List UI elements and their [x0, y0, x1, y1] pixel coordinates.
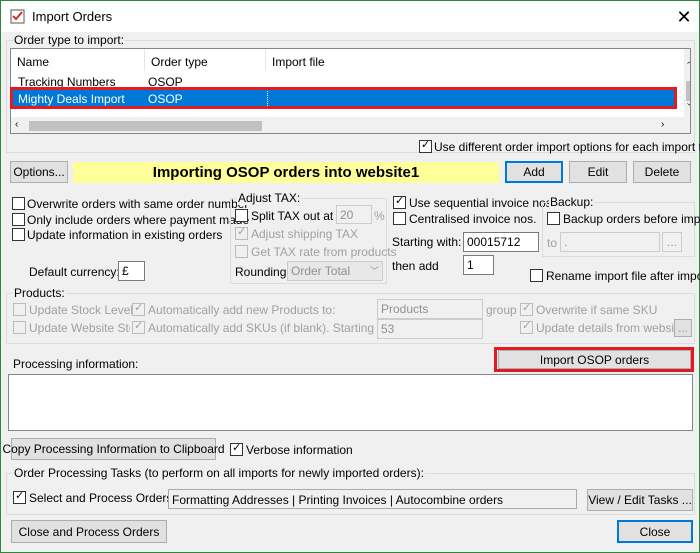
auto-add-skus-label: Automatically add SKUs (if blank). Start…: [148, 321, 403, 335]
overwrite-sku-label: Overwrite if same SKU: [536, 303, 658, 317]
overwrite-sku-checkbox[interactable]: ✓: [520, 302, 533, 316]
update-existing-checkbox[interactable]: [12, 228, 25, 241]
chevron-down-icon: ﹀: [370, 266, 380, 276]
view-edit-tasks-button[interactable]: View / Edit Tasks ...: [587, 489, 693, 511]
rename-import-file-checkbox[interactable]: [530, 269, 543, 282]
horizontal-scrollbar[interactable]: ‹ ›: [11, 117, 684, 133]
update-stock-label: Update Stock Levels: [29, 303, 140, 317]
column-header-order-type[interactable]: Order type: [145, 49, 266, 71]
import-orders-window: Import Orders ✕ Order type to import: Na…: [0, 0, 700, 553]
close-button[interactable]: Close: [617, 520, 693, 543]
sequential-invoice-checkbox[interactable]: ✓: [393, 195, 406, 209]
add-button[interactable]: Add: [505, 161, 563, 183]
backup-group-label: Backup:: [549, 195, 595, 209]
import-banner: Importing OSOP orders into website1: [73, 162, 499, 183]
scroll-down-icon[interactable]: ﹀: [687, 101, 690, 114]
options-button[interactable]: Options...: [10, 161, 68, 183]
only-paid-label: Only include orders where payment made: [27, 213, 250, 227]
close-window-icon[interactable]: ✕: [669, 4, 699, 30]
split-tax-label: Split TAX out at: [251, 209, 334, 223]
rounding-select[interactable]: Order Total ﹀: [287, 261, 383, 281]
overwrite-orders-label: Overwrite orders with same order number: [27, 197, 249, 211]
update-details-browse-button[interactable]: ...: [674, 319, 692, 337]
backup-to-label: to: [547, 236, 558, 250]
use-different-options-checkbox[interactable]: ✓: [419, 139, 432, 153]
products-group-input[interactable]: Products: [377, 299, 483, 319]
sku-start-input[interactable]: 53: [377, 319, 483, 339]
update-details-checkbox[interactable]: ✓: [520, 320, 533, 334]
adjust-shipping-tax-label: Adjust shipping TAX: [251, 227, 358, 241]
overwrite-orders-checkbox[interactable]: [12, 197, 25, 210]
delete-button[interactable]: Delete: [633, 161, 691, 183]
auto-add-skus-checkbox[interactable]: ✓: [132, 320, 145, 334]
close-and-process-button[interactable]: Close and Process Orders: [11, 520, 167, 543]
copy-to-clipboard-button[interactable]: Copy Processing Information to Clipboard: [2, 438, 225, 460]
update-website-label: Update Website Stoc: [29, 321, 130, 335]
sequential-invoice-label: Use sequential invoice nos.: [409, 196, 556, 210]
rounding-label: Rounding:: [235, 265, 290, 279]
scroll-right-icon[interactable]: ›: [661, 119, 664, 130]
selected-row-highlight: [10, 87, 677, 109]
percent-label: %: [374, 209, 385, 223]
backup-path-input[interactable]: .: [560, 232, 660, 252]
import-button-highlight: [494, 347, 694, 372]
adjust-shipping-tax-checkbox[interactable]: ✓: [235, 226, 248, 240]
default-currency-input[interactable]: £: [118, 261, 145, 281]
use-different-options-label: Use different order import options for e…: [434, 140, 700, 154]
backup-before-import-label: Backup orders before import: [563, 212, 700, 226]
verbose-label: Verbose information: [246, 443, 353, 457]
select-process-label: Select and Process Orders: [29, 491, 173, 505]
get-tax-rate-label: Get TAX rate from products: [251, 245, 397, 259]
split-tax-rate-input[interactable]: 20: [336, 205, 372, 224]
update-stock-checkbox[interactable]: [13, 303, 26, 316]
title-bar: Import Orders ✕: [1, 1, 699, 32]
verbose-checkbox[interactable]: ✓: [230, 442, 243, 456]
update-existing-label: Update information in existing orders: [27, 228, 223, 242]
auto-add-products-label: Automatically add new Products to:: [148, 303, 336, 317]
processing-info-textarea[interactable]: [8, 374, 693, 431]
auto-add-products-checkbox[interactable]: ✓: [132, 302, 145, 316]
tasks-field[interactable]: Formatting Addresses | Printing Invoices…: [168, 489, 577, 509]
window-title: Import Orders: [32, 9, 113, 24]
tasks-group-label: Order Processing Tasks (to perform on al…: [13, 466, 425, 480]
products-group: [6, 293, 695, 344]
horizontal-scroll-thumb[interactable]: [29, 121, 262, 131]
vertical-scroll-thumb[interactable]: [686, 81, 690, 101]
scroll-up-icon[interactable]: ︿: [687, 53, 690, 66]
group-word-label: group: [486, 303, 517, 317]
edit-button[interactable]: Edit: [569, 161, 627, 183]
update-website-checkbox[interactable]: [13, 321, 26, 334]
get-tax-rate-checkbox[interactable]: [235, 245, 248, 258]
centralised-invoice-checkbox[interactable]: [393, 212, 406, 225]
backup-browse-button[interactable]: ...: [662, 232, 682, 252]
app-icon: [10, 9, 25, 24]
rounding-select-value: Order Total: [291, 264, 351, 278]
update-details-label: Update details from website: [536, 321, 685, 335]
select-process-checkbox[interactable]: ✓: [13, 490, 26, 504]
scroll-left-icon[interactable]: ‹: [15, 119, 18, 130]
split-tax-checkbox[interactable]: [235, 209, 248, 222]
vertical-scrollbar[interactable]: ︿ ﹀: [684, 49, 690, 133]
then-add-label: then add: [392, 259, 439, 273]
only-paid-checkbox[interactable]: [12, 213, 25, 226]
products-group-label: Products:: [13, 286, 66, 300]
centralised-invoice-label: Centralised invoice nos.: [409, 212, 537, 226]
column-header-name[interactable]: Name: [11, 49, 145, 71]
backup-before-import-checkbox[interactable]: [547, 212, 560, 225]
starting-with-label: Starting with:: [392, 235, 462, 249]
order-type-group-label: Order type to import:: [13, 33, 126, 47]
adjust-tax-group-label: Adjust TAX:: [237, 191, 302, 205]
default-currency-label: Default currency:: [29, 265, 120, 279]
column-header-import-file[interactable]: Import file: [266, 49, 684, 71]
then-add-input[interactable]: 1: [463, 255, 494, 275]
rename-import-file-label: Rename import file after import: [546, 269, 700, 283]
starting-with-input[interactable]: 00015712: [463, 232, 539, 252]
processing-info-label: Processing information:: [13, 357, 139, 371]
